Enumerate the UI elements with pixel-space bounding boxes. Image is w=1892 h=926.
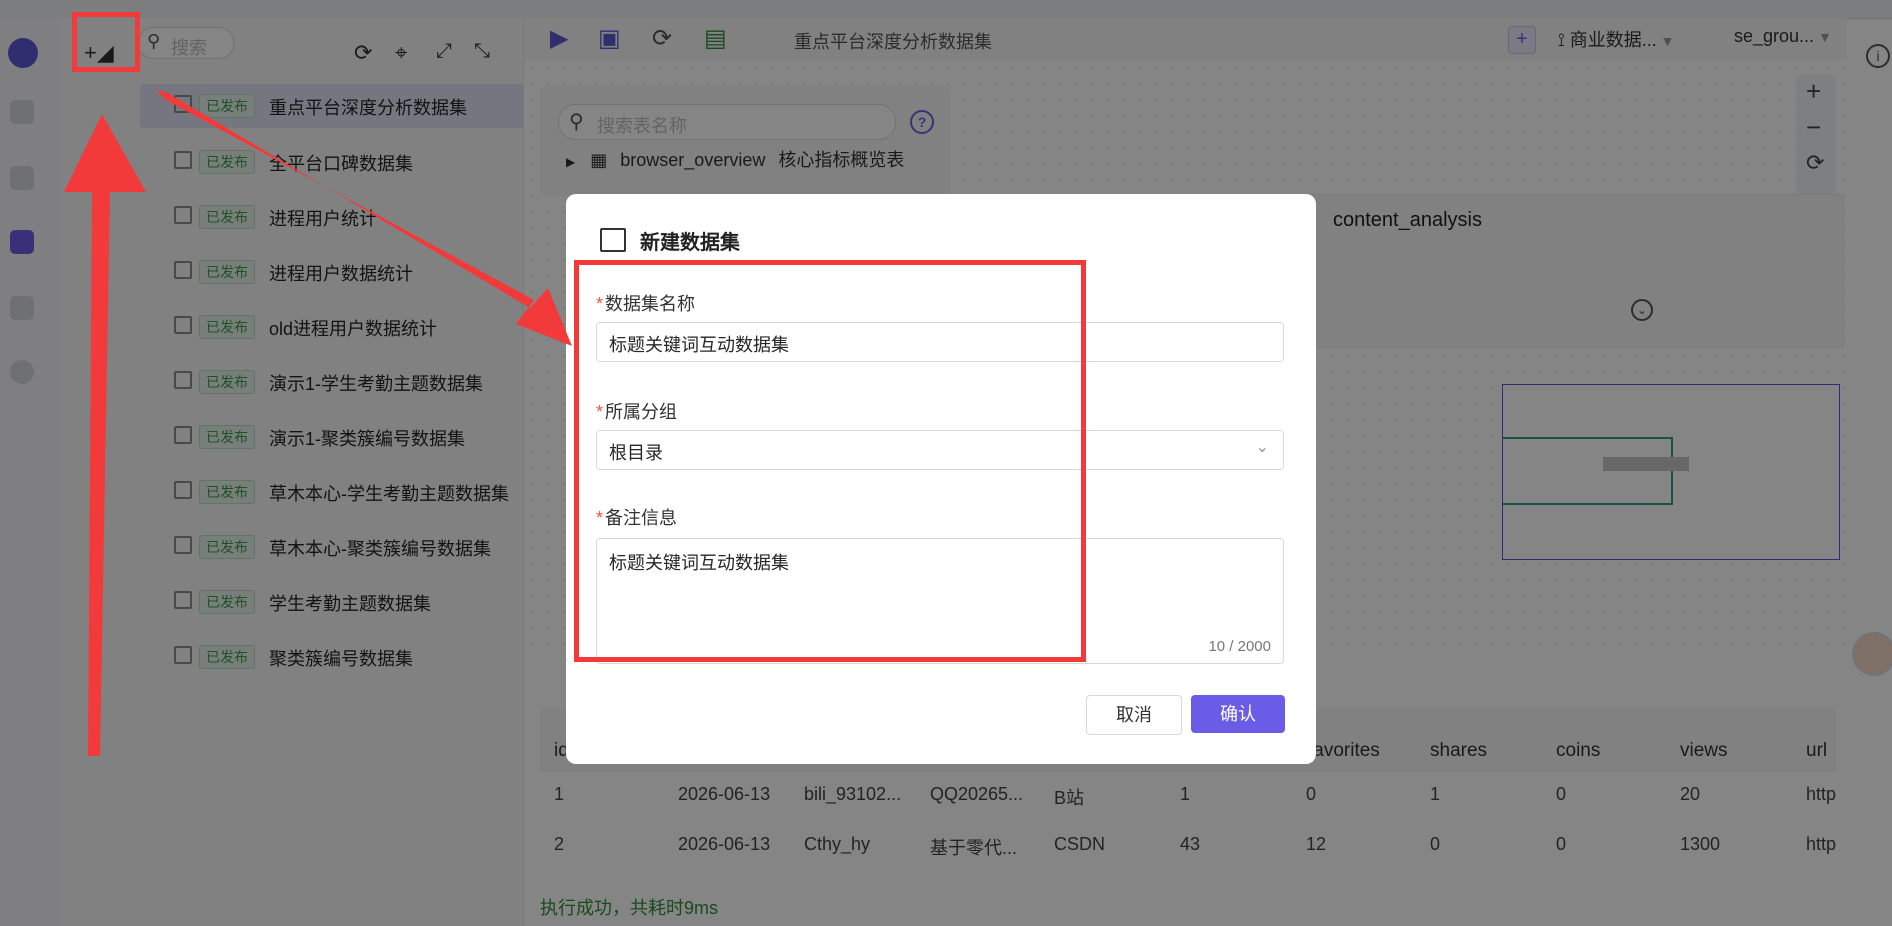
annotation-arrow [64, 114, 146, 756]
annotation-arrows [64, 90, 572, 756]
annotation-arrow [156, 90, 572, 346]
